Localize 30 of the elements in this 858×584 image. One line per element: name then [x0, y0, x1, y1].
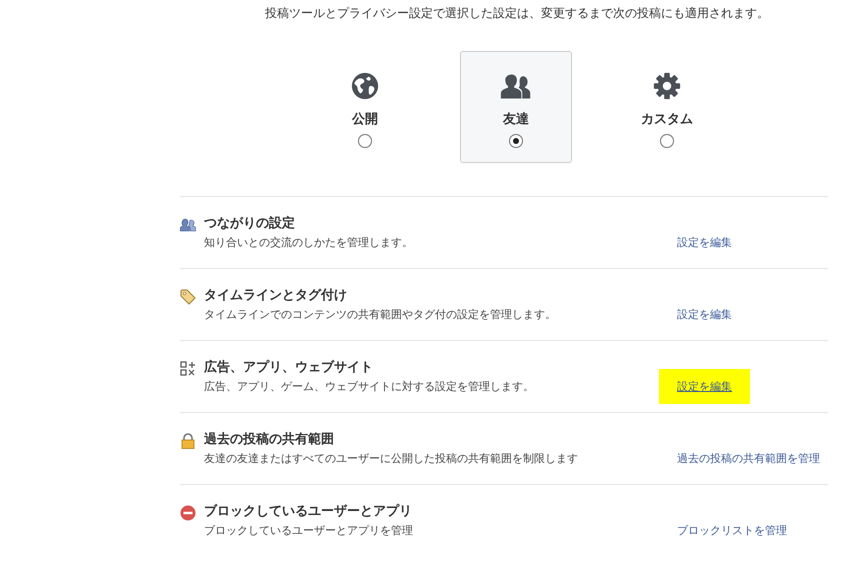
intro-text: 投稿ツールとプライバシー設定で選択した設定は、変更するまで次の投稿にも適用されます。 [264, 5, 770, 21]
tag-icon [180, 289, 196, 305]
edit-link[interactable]: 設定を編集 [677, 307, 732, 322]
setting-title: つながりの設定 [204, 215, 296, 233]
lock-icon [180, 433, 196, 449]
setting-title: 過去の投稿の共有範囲 [204, 431, 335, 449]
radio-button[interactable] [358, 134, 372, 148]
gear-icon [651, 71, 683, 101]
setting-description: 広告、アプリ、ゲーム、ウェブサイトに対する設定を管理します。 [204, 379, 535, 395]
setting-description: 友達の友達またはすべてのユーザーに公開した投稿の共有範囲を制限します [204, 451, 579, 467]
audience-option-card[interactable]: 友達 [460, 51, 572, 163]
edit-link[interactable]: 設定を編集 [659, 369, 750, 404]
audience-label: カスタム [641, 111, 693, 128]
audience-label: 友達 [503, 111, 529, 128]
globe-icon [349, 71, 381, 101]
setting-description: タイムラインでのコンテンツの共有範囲やタグ付の設定を管理します。 [204, 307, 557, 323]
block-icon [180, 505, 196, 521]
audience-label: 公開 [352, 111, 378, 128]
edit-link[interactable]: ブロックリストを管理 [677, 523, 787, 538]
edit-link[interactable]: 設定を編集 [677, 235, 732, 250]
app-grid-icon [180, 361, 196, 377]
setting-description: 知り合いとの交流のしかたを管理します。 [204, 235, 414, 251]
setting-description: ブロックしているユーザーとアプリを管理 [204, 523, 414, 539]
radio-button[interactable] [660, 134, 674, 148]
setting-title: タイムラインとタグ付け [204, 287, 348, 305]
radio-button[interactable] [509, 134, 523, 148]
setting-title: 広告、アプリ、ウェブサイト [204, 359, 374, 377]
setting-title: ブロックしているユーザーとアプリ [204, 503, 413, 521]
edit-link[interactable]: 過去の投稿の共有範囲を管理 [677, 451, 820, 466]
people-icon [180, 217, 196, 233]
